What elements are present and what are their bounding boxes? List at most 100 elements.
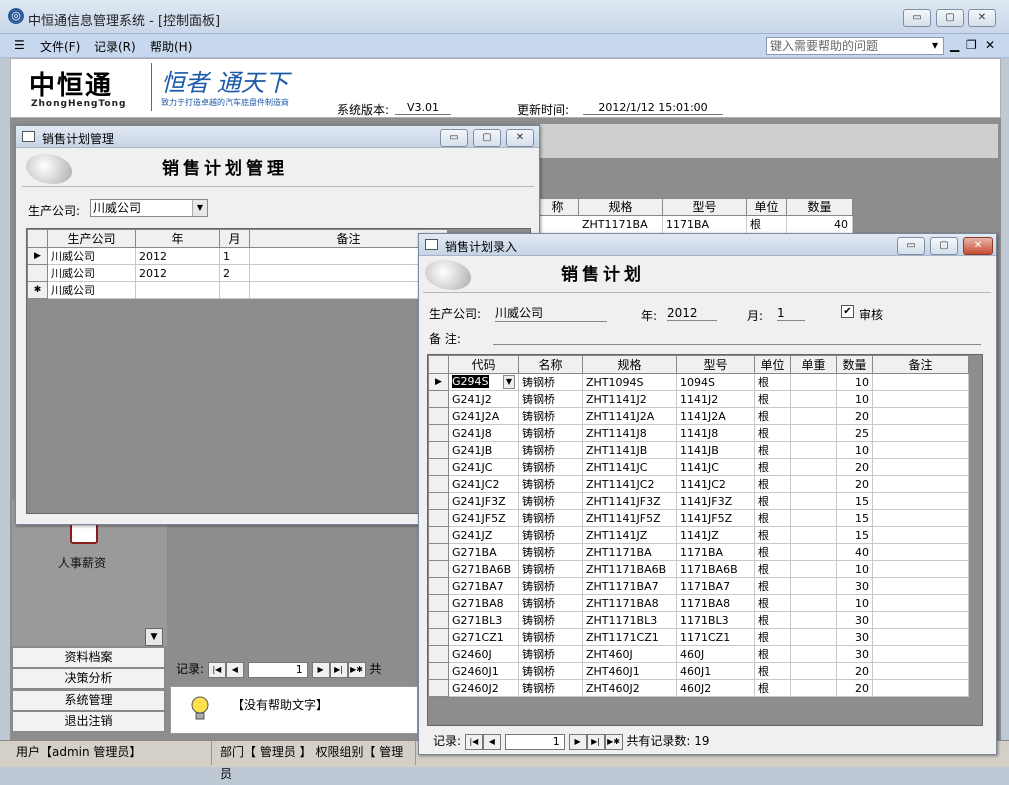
row-selector[interactable] xyxy=(428,645,449,663)
cell-unit-weight[interactable] xyxy=(790,441,837,459)
menu-record[interactable]: 记录(R) xyxy=(94,38,136,55)
cell-company[interactable]: 川威公司 xyxy=(47,247,136,265)
row-selector[interactable] xyxy=(428,543,449,561)
table-row[interactable]: G2460J1 铸钢桥 ZHT460J1 460J1 根 20 xyxy=(428,662,969,680)
cell-code[interactable]: G241JF3Z xyxy=(448,492,519,510)
row-selector[interactable] xyxy=(428,679,449,697)
cell-model[interactable]: 1141J2A xyxy=(676,407,755,425)
cell-company[interactable]: 川威公司 xyxy=(47,281,136,299)
col-qty[interactable]: 数量 xyxy=(836,355,873,374)
cell-name[interactable]: 铸钢桥 xyxy=(518,407,583,425)
plan-mgmt-close-button[interactable]: ✕ xyxy=(506,129,534,147)
cell-qty[interactable]: 30 xyxy=(836,577,873,595)
close-button[interactable]: ✕ xyxy=(968,9,996,27)
cell-note[interactable] xyxy=(872,611,969,629)
cell-unit-weight[interactable] xyxy=(790,373,837,391)
next-record-button[interactable]: ▶ xyxy=(311,661,330,678)
nav-button-logout[interactable]: 退出注销 xyxy=(12,711,165,732)
cell-qty[interactable]: 15 xyxy=(836,509,873,527)
cell-qty[interactable]: 10 xyxy=(836,594,873,612)
entry-next-record-button[interactable]: ▶ xyxy=(568,733,587,750)
table-row[interactable]: ▶ 川威公司 2012 1 xyxy=(27,247,448,265)
cell-spec[interactable]: ZHT1171BL3 xyxy=(582,611,677,629)
plan-mgmt-maximize-button[interactable]: ▢ xyxy=(473,129,501,147)
row-selector[interactable] xyxy=(428,390,449,408)
nav-scroll-down-icon[interactable]: ▼ xyxy=(145,628,163,646)
cell-unit-weight[interactable] xyxy=(790,662,837,680)
cell-unit-weight[interactable] xyxy=(790,526,837,544)
cell-unit-weight[interactable] xyxy=(790,594,837,612)
cell-name[interactable]: 铸钢桥 xyxy=(518,560,583,578)
cell-spec[interactable]: ZHT1141J2 xyxy=(582,390,677,408)
cell-spec[interactable]: ZHT1141J2A xyxy=(582,407,677,425)
cell-code[interactable]: G271BL3 xyxy=(448,611,519,629)
cell-unit[interactable]: 根 xyxy=(754,662,791,680)
cell-spec[interactable]: ZHT1171BA7 xyxy=(582,577,677,595)
cell-model[interactable]: 460J xyxy=(676,645,755,663)
cell-note[interactable] xyxy=(872,509,969,527)
cell-spec[interactable]: ZHT1141JC xyxy=(582,458,677,476)
row-selector[interactable] xyxy=(428,492,449,510)
cell-code[interactable]: G241J8 xyxy=(448,424,519,442)
cell-name[interactable]: 铸钢桥 xyxy=(518,441,583,459)
plan-mgmt-company-select[interactable]: 川威公司 ▼ xyxy=(90,199,208,217)
cell-note[interactable] xyxy=(872,577,969,595)
cell-name[interactable]: 铸钢桥 xyxy=(518,526,583,544)
cell-name[interactable]: 铸钢桥 xyxy=(518,662,583,680)
cell-note[interactable] xyxy=(872,373,969,391)
cell-spec[interactable]: ZHT1141JB xyxy=(582,441,677,459)
cell-model[interactable]: 1094S xyxy=(676,373,755,391)
cell-spec[interactable]: ZHT1171CZ1 xyxy=(582,628,677,646)
cell-note[interactable] xyxy=(872,645,969,663)
row-selector[interactable] xyxy=(428,628,449,646)
cell-code[interactable]: G271BA6B xyxy=(448,560,519,578)
table-row[interactable]: G241JC 铸钢桥 ZHT1141JC 1141JC 根 20 xyxy=(428,458,969,476)
row-selector[interactable] xyxy=(428,509,449,527)
audit-checkbox[interactable]: ✔ xyxy=(841,305,854,318)
cell-unit-weight[interactable] xyxy=(790,475,837,493)
col-spec[interactable]: 规格 xyxy=(582,355,677,374)
entry-record-number[interactable]: 1 xyxy=(504,733,565,750)
cell-note[interactable] xyxy=(872,526,969,544)
menu-file[interactable]: 文件(F) xyxy=(40,38,80,55)
cell-name[interactable]: 铸钢桥 xyxy=(518,645,583,663)
cell-spec[interactable]: ZHT1141JZ xyxy=(582,526,677,544)
cell-code[interactable]: G271BA xyxy=(448,543,519,561)
cell-unit[interactable]: 根 xyxy=(754,560,791,578)
cell-name[interactable]: 铸钢桥 xyxy=(518,577,583,595)
cell-model[interactable]: 1171BA xyxy=(676,543,755,561)
cell-name[interactable]: 铸钢桥 xyxy=(518,628,583,646)
cell-name[interactable]: 铸钢桥 xyxy=(518,458,583,476)
entry-new-record-button[interactable]: ▶✱ xyxy=(604,733,623,750)
table-row[interactable]: G241JZ 铸钢桥 ZHT1141JZ 1141JZ 根 15 xyxy=(428,526,969,544)
cell-qty[interactable]: 25 xyxy=(836,424,873,442)
cell-unit[interactable]: 根 xyxy=(754,594,791,612)
table-row[interactable]: 川威公司 2012 2 xyxy=(27,264,448,282)
cell-code[interactable]: G241JC xyxy=(448,458,519,476)
entry-last-record-button[interactable]: ▶| xyxy=(586,733,605,750)
col-note[interactable]: 备注 xyxy=(872,355,969,374)
cell-note[interactable] xyxy=(872,407,969,425)
entry-company-value[interactable]: 川威公司 xyxy=(495,304,607,322)
cell-model[interactable]: 1141JZ xyxy=(676,526,755,544)
cell-unit-weight[interactable] xyxy=(790,407,837,425)
cell-name[interactable]: 铸钢桥 xyxy=(518,543,583,561)
col-year[interactable]: 年 xyxy=(135,229,220,248)
cell-spec[interactable]: ZHT460J xyxy=(582,645,677,663)
first-record-button[interactable]: |◀ xyxy=(207,661,226,678)
row-selector[interactable] xyxy=(428,407,449,425)
row-selector[interactable]: ✱ xyxy=(27,281,48,299)
cell-spec[interactable]: ZHT1094S xyxy=(582,373,677,391)
cell-month[interactable]: 1 xyxy=(219,247,250,265)
table-row[interactable]: G241JF3Z 铸钢桥 ZHT1141JF3Z 1141JF3Z 根 15 xyxy=(428,492,969,510)
cell-note[interactable] xyxy=(872,628,969,646)
col-name[interactable]: 名称 xyxy=(518,355,583,374)
table-row[interactable]: G241J2 铸钢桥 ZHT1141J2 1141J2 根 10 xyxy=(428,390,969,408)
cell-year[interactable]: 2012 xyxy=(135,264,220,282)
row-selector[interactable] xyxy=(428,424,449,442)
cell-name[interactable]: 铸钢桥 xyxy=(518,373,583,391)
plan-entry-maximize-button[interactable]: ▢ xyxy=(930,237,958,255)
cell-note[interactable] xyxy=(872,560,969,578)
entry-month-value[interactable]: 1 xyxy=(777,306,805,321)
cell-model[interactable]: 460J2 xyxy=(676,679,755,697)
